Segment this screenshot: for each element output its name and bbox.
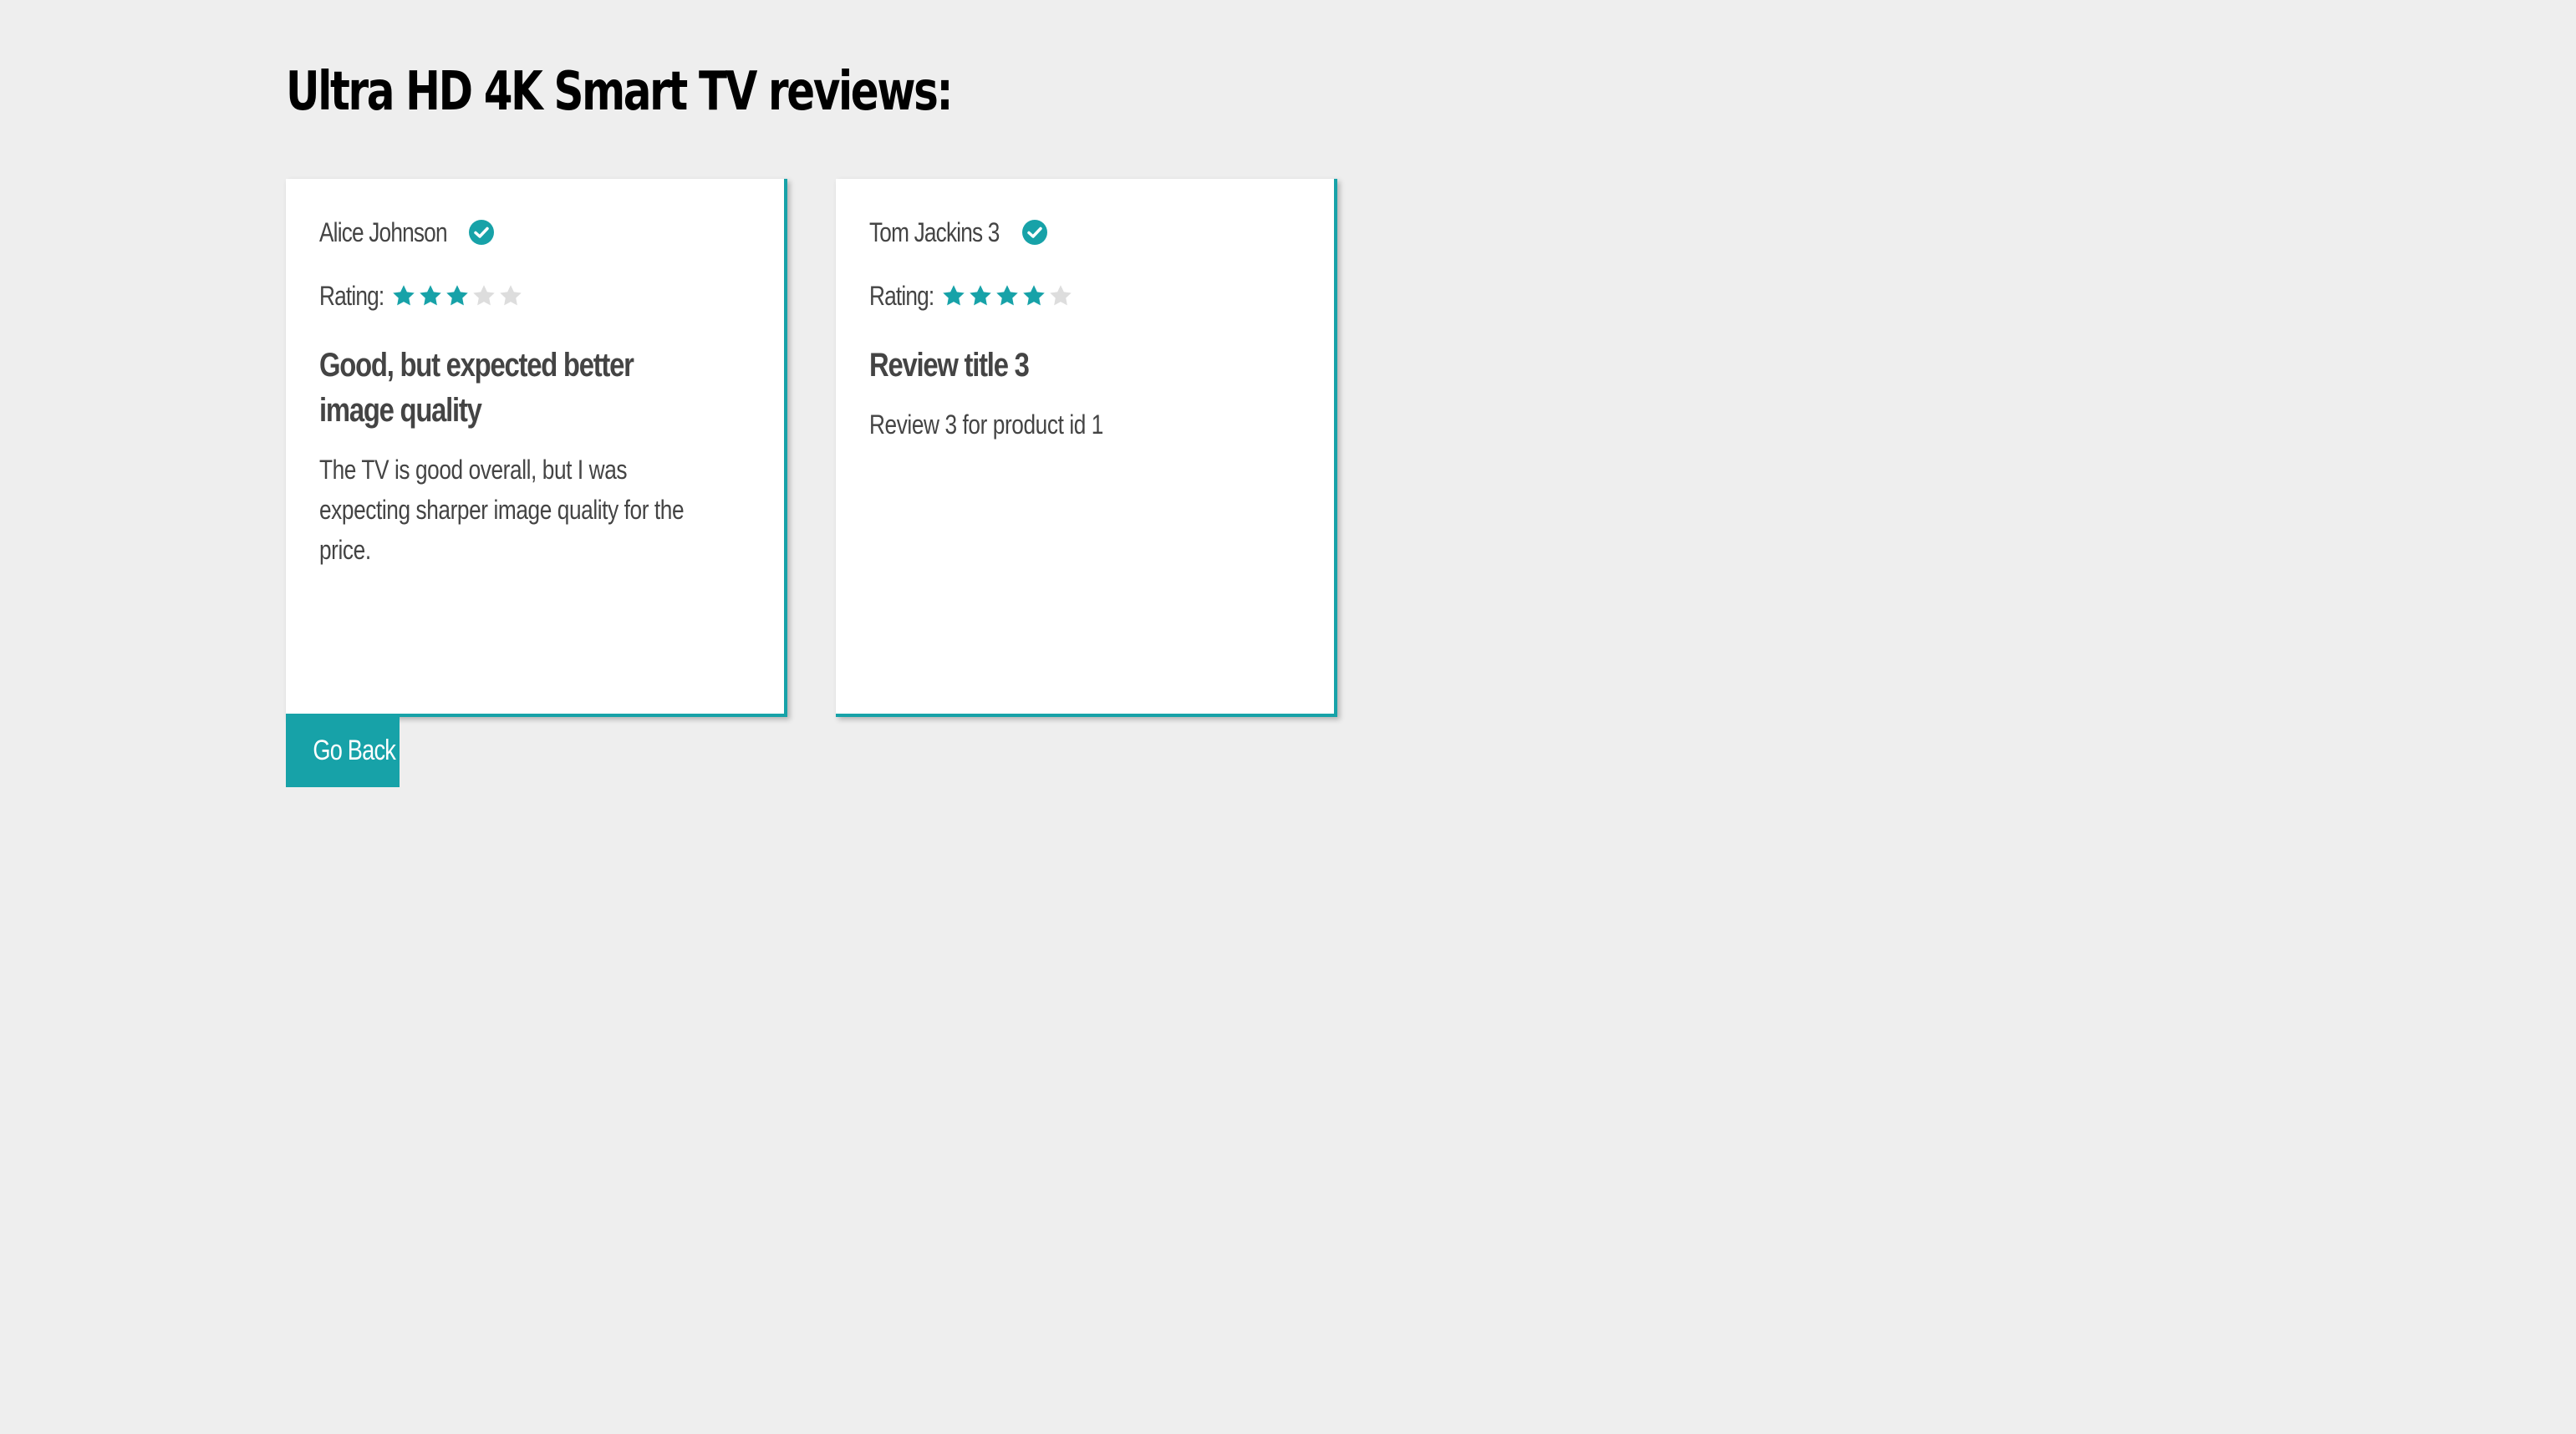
- star-filled-icon: [391, 283, 416, 308]
- star-filled-icon: [445, 283, 470, 308]
- rating-label: Rating:: [319, 280, 384, 311]
- review-body: The TV is good overall, but I was expect…: [319, 455, 685, 565]
- review-card: Tom Jackins 3 Rating: Review title 3 Rev…: [836, 179, 1337, 717]
- check-circle-icon: [1021, 219, 1048, 246]
- check-circle-icon: [468, 219, 495, 246]
- review-author-name: Alice Johnson: [319, 216, 448, 247]
- review-title: Review title 3: [869, 347, 1030, 384]
- star-filled-icon: [1021, 283, 1046, 308]
- star-rating: [941, 283, 1073, 308]
- star-empty-icon: [471, 283, 496, 308]
- star-filled-icon: [941, 283, 966, 308]
- review-author-row: Tom Jackins 3: [869, 212, 1301, 252]
- star-filled-icon: [418, 283, 443, 308]
- star-filled-icon: [995, 283, 1020, 308]
- review-rating-row: Rating:: [869, 276, 1301, 316]
- review-body: Review 3 for product id 1: [869, 409, 1103, 440]
- reviews-page: Ultra HD 4K Smart TV reviews: Alice John…: [286, 50, 1623, 787]
- review-rating-row: Rating:: [319, 276, 751, 316]
- review-list: Alice Johnson Rating: Good, but expected…: [286, 179, 1337, 717]
- go-back-label: Go Back: [313, 734, 396, 766]
- go-back-button[interactable]: Go Back: [286, 714, 400, 787]
- review-author-name: Tom Jackins 3: [869, 216, 1000, 247]
- review-card: Alice Johnson Rating: Good, but expected…: [286, 179, 787, 717]
- star-filled-icon: [968, 283, 993, 308]
- rating-label: Rating:: [869, 280, 934, 311]
- star-rating: [391, 283, 523, 308]
- page-title: Ultra HD 4K Smart TV reviews:: [286, 61, 953, 123]
- star-empty-icon: [1048, 283, 1073, 308]
- star-empty-icon: [498, 283, 523, 308]
- review-title: Good, but expected better image quality: [319, 347, 634, 429]
- review-author-row: Alice Johnson: [319, 212, 751, 252]
